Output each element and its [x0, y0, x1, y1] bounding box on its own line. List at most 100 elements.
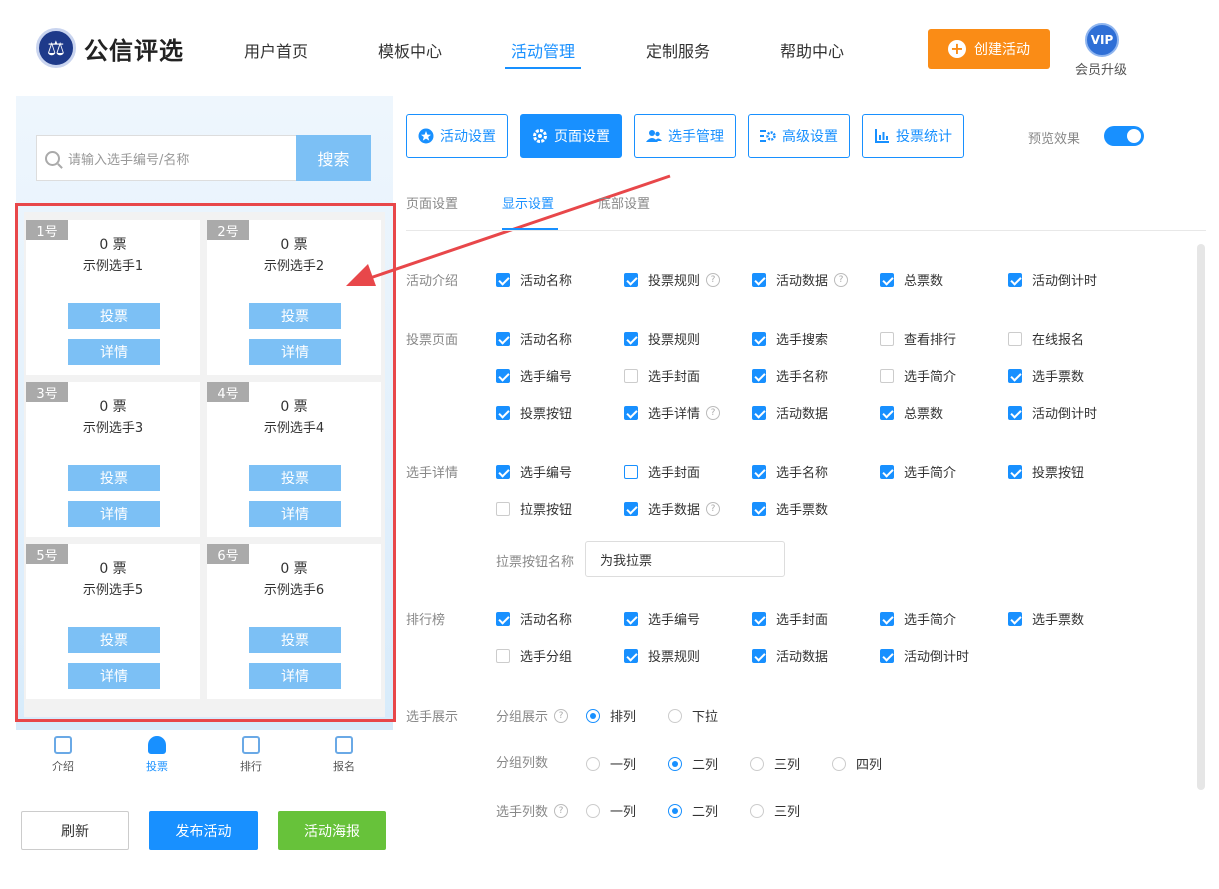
checkbox-intro-activity-data[interactable]: 活动数据?	[752, 270, 849, 289]
checkbox-vote-total-votes[interactable]: 总票数	[880, 403, 943, 422]
checkbox-detail-player-name[interactable]: 选手名称	[752, 462, 828, 481]
checkbox-rank-activity-data[interactable]: 活动数据	[752, 646, 828, 665]
tab-intro[interactable]: 介绍	[33, 736, 93, 774]
publish-button[interactable]: 发布活动	[149, 811, 258, 850]
checkbox-rank-player-cover[interactable]: 选手封面	[752, 609, 828, 628]
checkbox-box[interactable]	[880, 368, 894, 383]
tab-vote-statistics[interactable]: 投票统计	[862, 114, 964, 158]
logo[interactable]: ⚖ 公信评选	[36, 28, 184, 68]
checkbox-vote-player-votes[interactable]: 选手票数	[1008, 366, 1084, 385]
radio-group-cols-4[interactable]: 四列	[832, 754, 882, 773]
checkbox-box[interactable]	[496, 331, 510, 346]
checkbox-box[interactable]	[1008, 405, 1022, 420]
radio-dot[interactable]	[750, 803, 764, 818]
checkbox-box[interactable]	[752, 272, 766, 287]
radio-dot[interactable]	[750, 756, 764, 771]
checkbox-box[interactable]	[880, 464, 894, 479]
help-icon[interactable]: ?	[834, 272, 849, 287]
checkbox-box[interactable]	[1008, 611, 1022, 626]
checkbox-intro-vote-rules[interactable]: 投票规则?	[624, 270, 721, 289]
checkbox-box[interactable]	[880, 331, 894, 346]
checkbox-vote-countdown[interactable]: 活动倒计时	[1008, 403, 1097, 422]
radio-group-cols-3[interactable]: 三列	[750, 754, 800, 773]
tab-player-management[interactable]: 选手管理	[634, 114, 736, 158]
checkbox-box[interactable]	[624, 368, 638, 383]
checkbox-box[interactable]	[1008, 331, 1022, 346]
checkbox-rank-player-votes[interactable]: 选手票数	[1008, 609, 1084, 628]
checkbox-box[interactable]	[1008, 368, 1022, 383]
poster-button[interactable]: 活动海报	[278, 811, 386, 850]
tab-signup[interactable]: 报名	[314, 736, 374, 774]
vip-badge-icon[interactable]: VIP	[1085, 23, 1119, 57]
checkbox-box[interactable]	[752, 501, 766, 516]
radio-group-display-arrange[interactable]: 排列	[586, 706, 636, 725]
checkbox-vote-player-search[interactable]: 选手搜索	[752, 329, 828, 348]
checkbox-box[interactable]	[1008, 272, 1022, 287]
checkbox-box[interactable]	[496, 611, 510, 626]
refresh-button[interactable]: 刷新	[21, 811, 129, 850]
radio-dot[interactable]	[668, 708, 682, 723]
nav-help-center[interactable]: 帮助中心	[780, 38, 844, 62]
tab-page-settings[interactable]: 页面设置	[520, 114, 622, 158]
help-icon[interactable]: ?	[706, 501, 721, 516]
player-search-input[interactable]: 请输入选手编号/名称	[36, 135, 296, 181]
help-icon[interactable]: ?	[554, 803, 569, 818]
checkbox-box[interactable]	[624, 405, 638, 420]
checkbox-vote-player-detail[interactable]: 选手详情?	[624, 403, 721, 422]
radio-dot[interactable]	[668, 756, 682, 771]
checkbox-box[interactable]	[752, 368, 766, 383]
checkbox-rank-vote-rules[interactable]: 投票规则	[624, 646, 700, 665]
checkbox-box[interactable]	[624, 611, 638, 626]
checkbox-detail-player-no[interactable]: 选手编号	[496, 462, 572, 481]
checkbox-box[interactable]	[496, 648, 510, 663]
radio-dot[interactable]	[586, 708, 600, 723]
checkbox-detail-player-votes[interactable]: 选手票数	[752, 499, 828, 518]
checkbox-vote-vote-rules[interactable]: 投票规则	[624, 329, 700, 348]
checkbox-vote-activity-data[interactable]: 活动数据	[752, 403, 828, 422]
checkbox-box[interactable]	[496, 464, 510, 479]
subtab-display-settings[interactable]: 显示设置	[502, 193, 554, 212]
checkbox-vote-view-rank[interactable]: 查看排行	[880, 329, 956, 348]
checkbox-box[interactable]	[752, 611, 766, 626]
checkbox-box[interactable]	[880, 405, 894, 420]
subtab-footer-settings[interactable]: 底部设置	[598, 193, 650, 212]
radio-dot[interactable]	[668, 803, 682, 818]
checkbox-box[interactable]	[624, 648, 638, 663]
checkbox-box[interactable]	[752, 464, 766, 479]
nav-activity-management[interactable]: 活动管理	[511, 38, 575, 62]
checkbox-detail-player-data[interactable]: 选手数据?	[624, 499, 721, 518]
checkbox-vote-player-no[interactable]: 选手编号	[496, 366, 572, 385]
checkbox-vote-activity-name[interactable]: 活动名称	[496, 329, 572, 348]
radio-group-cols-2[interactable]: 二列	[668, 754, 718, 773]
tab-ranking[interactable]: 排行	[221, 736, 281, 774]
checkbox-rank-player-no[interactable]: 选手编号	[624, 609, 700, 628]
radio-dot[interactable]	[832, 756, 846, 771]
checkbox-box[interactable]	[880, 611, 894, 626]
checkbox-intro-countdown[interactable]: 活动倒计时	[1008, 270, 1097, 289]
checkbox-detail-vote-button[interactable]: 投票按钮	[1008, 462, 1084, 481]
radio-group-display-dropdown[interactable]: 下拉	[668, 706, 718, 725]
checkbox-rank-player-group[interactable]: 选手分组	[496, 646, 572, 665]
create-activity-button[interactable]: + 创建活动	[928, 29, 1050, 69]
checkbox-vote-online-signup[interactable]: 在线报名	[1008, 329, 1084, 348]
radio-player-cols-3[interactable]: 三列	[750, 801, 800, 820]
radio-dot[interactable]	[586, 756, 600, 771]
checkbox-box[interactable]	[752, 331, 766, 346]
checkbox-box[interactable]	[624, 501, 638, 516]
checkbox-box[interactable]	[880, 272, 894, 287]
checkbox-box[interactable]	[624, 464, 638, 479]
checkbox-box[interactable]	[496, 501, 510, 516]
checkbox-detail-player-intro[interactable]: 选手简介	[880, 462, 956, 481]
tab-vote[interactable]: 投票	[127, 736, 187, 774]
checkbox-box[interactable]	[752, 648, 766, 663]
checkbox-box[interactable]	[1008, 464, 1022, 479]
preview-toggle[interactable]	[1104, 126, 1144, 146]
vip-upgrade-link[interactable]: 会员升级	[1075, 59, 1127, 78]
scrollbar[interactable]	[1197, 244, 1205, 790]
nav-user-home[interactable]: 用户首页	[244, 38, 308, 62]
checkbox-box[interactable]	[496, 368, 510, 383]
radio-dot[interactable]	[586, 803, 600, 818]
tab-advanced-settings[interactable]: 高级设置	[748, 114, 850, 158]
checkbox-rank-countdown[interactable]: 活动倒计时	[880, 646, 969, 665]
checkbox-box[interactable]	[752, 405, 766, 420]
